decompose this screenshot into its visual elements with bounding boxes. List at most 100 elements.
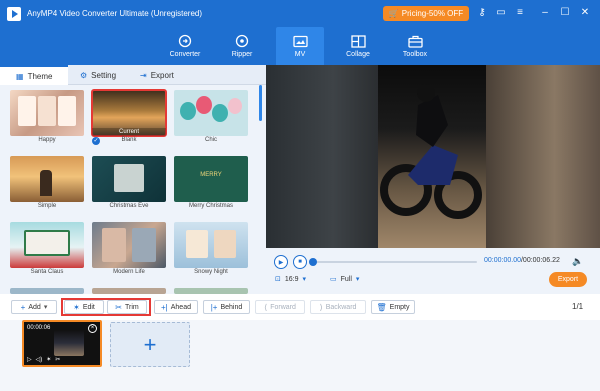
scissors-icon[interactable]: ✂ xyxy=(55,356,60,363)
chevron-down-icon: ▾ xyxy=(355,276,360,283)
export-icon: ⇥ xyxy=(140,70,147,80)
play-icon[interactable]: ▷ xyxy=(27,356,32,363)
theme-label: Santa Claus xyxy=(30,269,64,275)
stop-button[interactable]: ■ xyxy=(293,255,307,269)
theme-christmas-eve[interactable]: Christmas Eve xyxy=(92,156,166,213)
nav-mv-label: MV xyxy=(294,50,306,58)
chevron-down-icon: ▾ xyxy=(302,276,307,283)
behind-button[interactable]: |+ Behind xyxy=(203,300,250,314)
nav-toolbox[interactable]: Toolbox xyxy=(391,27,439,65)
timeline: 00:00:06 × ▷ ◁) ✶ ✂ + xyxy=(0,320,600,391)
plus-icon: + xyxy=(20,302,26,312)
add-label: Add xyxy=(28,303,41,311)
theme-snowy-night[interactable]: Snowy Night xyxy=(174,222,248,279)
player-controls: ▶ ■ 00:00:00.00/00:00:06.22 🔈 ⊡ 16:9 ▾ ▭… xyxy=(266,248,600,294)
play-icon: ▶ xyxy=(278,259,284,266)
theme-label: Chic xyxy=(204,137,217,143)
time-readout: 00:00:00.00/00:00:06.22 xyxy=(484,257,560,264)
clip-duration: 00:00:06 xyxy=(27,325,51,331)
backward-icon: ⟩ xyxy=(319,302,323,312)
title-bar: AnyMP4 Video Converter Ultimate (Unregis… xyxy=(0,0,600,27)
ahead-button[interactable]: +| Ahead xyxy=(154,300,198,314)
zoom-mode-value: Full xyxy=(340,275,352,283)
magic-wand-icon[interactable]: ✶ xyxy=(46,356,51,363)
aspect-ratio-value: 16:9 xyxy=(284,275,299,283)
maximize-icon[interactable]: ☐ xyxy=(558,6,572,20)
theme-merry-christmas[interactable]: MERRY Merry Christmas xyxy=(174,156,248,213)
theme-label: Snowy Night xyxy=(194,269,228,275)
tab-setting[interactable]: ⚙ Setting xyxy=(80,65,116,85)
tab-export[interactable]: ⇥ Export xyxy=(140,65,174,85)
collage-icon xyxy=(350,34,366,48)
preview-blur-left xyxy=(266,65,378,248)
tab-theme[interactable]: ▦ Theme xyxy=(0,65,68,85)
insert-behind-icon: |+ xyxy=(210,302,218,312)
theme-panel: ▦ Theme ⚙ Setting ⇥ Export Happy Current… xyxy=(0,65,266,294)
close-icon[interactable]: × xyxy=(88,324,97,333)
nav-mv[interactable]: MV xyxy=(276,27,324,65)
edit-trim-highlight xyxy=(61,298,151,316)
converter-icon xyxy=(177,34,193,48)
theme-blank[interactable]: Current ✓ Blank xyxy=(91,89,167,147)
zoom-mode-select[interactable]: ▭ Full ▾ xyxy=(330,275,360,284)
plus-icon: + xyxy=(143,331,157,357)
volume-icon[interactable]: 🔈 xyxy=(572,256,583,267)
menu-icon[interactable]: ≡ xyxy=(513,6,527,20)
add-button[interactable]: + Add ▾ xyxy=(11,300,57,314)
behind-label: Behind xyxy=(220,303,243,311)
gear-icon: ⚙ xyxy=(80,70,88,80)
feedback-icon[interactable]: ▭ xyxy=(494,6,508,20)
backward-button[interactable]: ⟩ Backward xyxy=(310,300,366,314)
theme-santa-claus[interactable]: Santa Claus xyxy=(10,222,84,279)
theme-thumbnail xyxy=(10,156,84,202)
ahead-label: Ahead xyxy=(170,303,191,311)
nav-collage-label: Collage xyxy=(346,50,370,58)
nav-toolbox-label: Toolbox xyxy=(402,50,428,58)
theme-thumbnail xyxy=(174,222,248,268)
empty-button[interactable]: 🗑 Empty xyxy=(371,300,415,314)
theme-happy[interactable]: Happy xyxy=(10,90,84,147)
current-time: 00:00:00.00 xyxy=(484,257,521,264)
insert-ahead-icon: +| xyxy=(161,302,168,312)
video-preview xyxy=(266,65,600,248)
app-logo-icon xyxy=(7,6,21,21)
forward-label: Forward xyxy=(270,303,296,311)
forward-button[interactable]: ⟨ Forward xyxy=(255,300,305,314)
theme-label: Christmas Eve xyxy=(109,203,149,209)
clip-thumbnail xyxy=(54,330,84,356)
theme-modern-life[interactable]: Modern Life xyxy=(92,222,166,279)
tab-export-label: Export xyxy=(150,70,174,80)
cart-icon: 🛒 xyxy=(388,9,399,18)
play-button[interactable]: ▶ xyxy=(274,255,288,269)
theme-label: Blank xyxy=(121,137,137,143)
timeline-clip[interactable]: 00:00:06 × ▷ ◁) ✶ ✂ xyxy=(22,320,102,367)
nav-converter[interactable]: Converter xyxy=(161,27,209,65)
theme-simple[interactable]: Simple xyxy=(10,156,84,213)
nav-collage[interactable]: Collage xyxy=(334,27,382,65)
backward-label: Backward xyxy=(325,303,357,311)
export-button[interactable]: Export xyxy=(549,272,587,287)
nav-converter-label: Converter xyxy=(169,50,201,58)
volume-icon[interactable]: ◁) xyxy=(36,356,43,363)
current-tag: Current xyxy=(92,128,166,136)
pricing-button[interactable]: 🛒 Pricing-50% OFF xyxy=(383,6,469,21)
minimize-icon[interactable]: – xyxy=(538,6,552,20)
monitor-icon: ▭ xyxy=(330,276,337,283)
aspect-ratio-select[interactable]: ⊡ 16:9 ▾ xyxy=(275,275,307,284)
theme-scrollbar[interactable] xyxy=(259,85,262,121)
panel-tabs: ▦ Theme ⚙ Setting ⇥ Export xyxy=(0,65,266,85)
nav-ripper[interactable]: Ripper xyxy=(218,27,266,65)
key-icon[interactable]: ⚷ xyxy=(475,6,489,20)
theme-label: Modern Life xyxy=(113,269,145,275)
ripper-icon xyxy=(234,34,250,48)
theme-chic[interactable]: Chic xyxy=(174,90,248,147)
progress-bar[interactable] xyxy=(309,258,477,266)
page-count: 1/1 xyxy=(572,302,584,311)
chevron-down-icon: ▾ xyxy=(43,304,48,311)
add-clip-slot[interactable]: + xyxy=(110,322,190,367)
theme-thumbnail xyxy=(174,90,248,136)
close-icon[interactable]: ✕ xyxy=(578,6,592,20)
progress-thumb[interactable] xyxy=(309,258,317,266)
preview-blur-right xyxy=(486,65,600,248)
app-title: AnyMP4 Video Converter Ultimate (Unregis… xyxy=(27,9,203,18)
